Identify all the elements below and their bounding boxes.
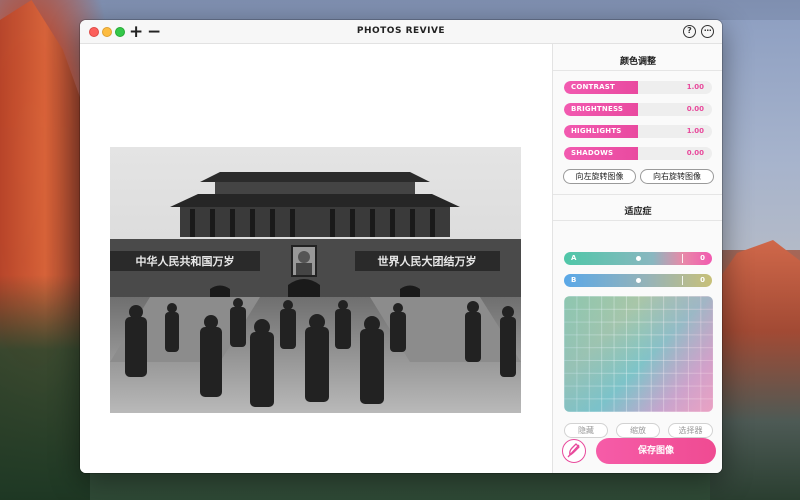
slider-value: 0.00 — [686, 105, 704, 113]
section-divider — [553, 220, 722, 221]
color-section-title: 颜色调整 — [619, 57, 656, 67]
gate-top-roof — [200, 172, 430, 182]
slider-label: SHADOWS — [571, 149, 614, 157]
a-channel-slider[interactable]: A 0 — [564, 252, 712, 265]
highlights-slider[interactable]: HIGHLIGHTS 1.00 — [564, 125, 712, 138]
slider-label: CONTRAST — [571, 83, 615, 91]
section-divider — [553, 70, 722, 71]
hide-button[interactable]: 隐藏 — [564, 423, 608, 438]
slider-value: 0.00 — [686, 149, 704, 157]
help-icon[interactable]: ? — [683, 25, 696, 38]
app-window: + − PHOTOS REVIVE ? ··· 中华人民共和国万岁 世界人民大团… — [80, 20, 722, 473]
slider-tick — [682, 254, 683, 263]
contrast-slider[interactable]: CONTRAST 1.00 — [564, 81, 712, 94]
more-options-icon[interactable]: ··· — [701, 25, 714, 38]
right-banner: 世界人民大团结万岁 — [378, 254, 477, 268]
wallpaper-sky-right — [710, 20, 800, 250]
photo-preview[interactable]: 中华人民共和国万岁 世界人民大团结万岁 — [110, 147, 521, 413]
save-image-button[interactable]: 保存图像 — [596, 438, 716, 464]
adapt-section-title: 适应症 — [624, 207, 652, 217]
adjustment-sidebar: 颜色调整 CONTRAST 1.00 BRIGHTNESS 0.00 HIGHL… — [552, 44, 722, 473]
slider-value: 0 — [700, 254, 705, 262]
left-banner: 中华人民共和国万岁 — [136, 254, 235, 268]
gate-colonnade — [180, 207, 450, 237]
bottom-action-bar: 保存图像 — [553, 438, 722, 473]
b-channel-slider[interactable]: B 0 — [564, 274, 712, 287]
gate-top-floor — [215, 182, 415, 194]
slider-label: BRIGHTNESS — [571, 105, 624, 113]
slider-tick — [682, 276, 683, 285]
zoom-button[interactable]: 缩放 — [616, 423, 660, 438]
gate-lower-roof — [170, 194, 460, 207]
rotate-left-button[interactable]: 向左旋转图像 — [563, 169, 636, 184]
image-canvas[interactable]: 中华人民共和国万岁 世界人民大团结万岁 — [80, 44, 552, 473]
slider-label: B — [571, 276, 577, 284]
brush-button[interactable] — [562, 439, 586, 463]
shadows-slider[interactable]: SHADOWS 0.00 — [564, 147, 712, 160]
brightness-slider[interactable]: BRIGHTNESS 0.00 — [564, 103, 712, 116]
slider-label: A — [571, 254, 577, 262]
window-title: PHOTOS REVIVE — [356, 26, 446, 36]
photo-illustration: 中华人民共和国万岁 世界人民大团结万岁 — [110, 147, 521, 413]
slider-value: 0 — [700, 276, 705, 284]
slider-label: HIGHLIGHTS — [571, 127, 622, 135]
brush-icon — [567, 443, 580, 458]
slider-value: 1.00 — [686, 127, 704, 135]
slider-value: 1.00 — [686, 83, 704, 91]
section-divider — [553, 194, 722, 195]
color-grid-picker[interactable] — [564, 296, 713, 412]
titlebar: + − PHOTOS REVIVE ? ··· — [80, 20, 722, 44]
rotate-right-button[interactable]: 向右旋转图像 — [640, 169, 714, 184]
wallpaper-mountain-left — [0, 0, 90, 500]
slider-knob[interactable] — [636, 278, 641, 283]
picker-button[interactable]: 选择器 — [668, 423, 713, 438]
slider-knob[interactable] — [636, 256, 641, 261]
wallpaper-mountain-right — [710, 240, 800, 500]
